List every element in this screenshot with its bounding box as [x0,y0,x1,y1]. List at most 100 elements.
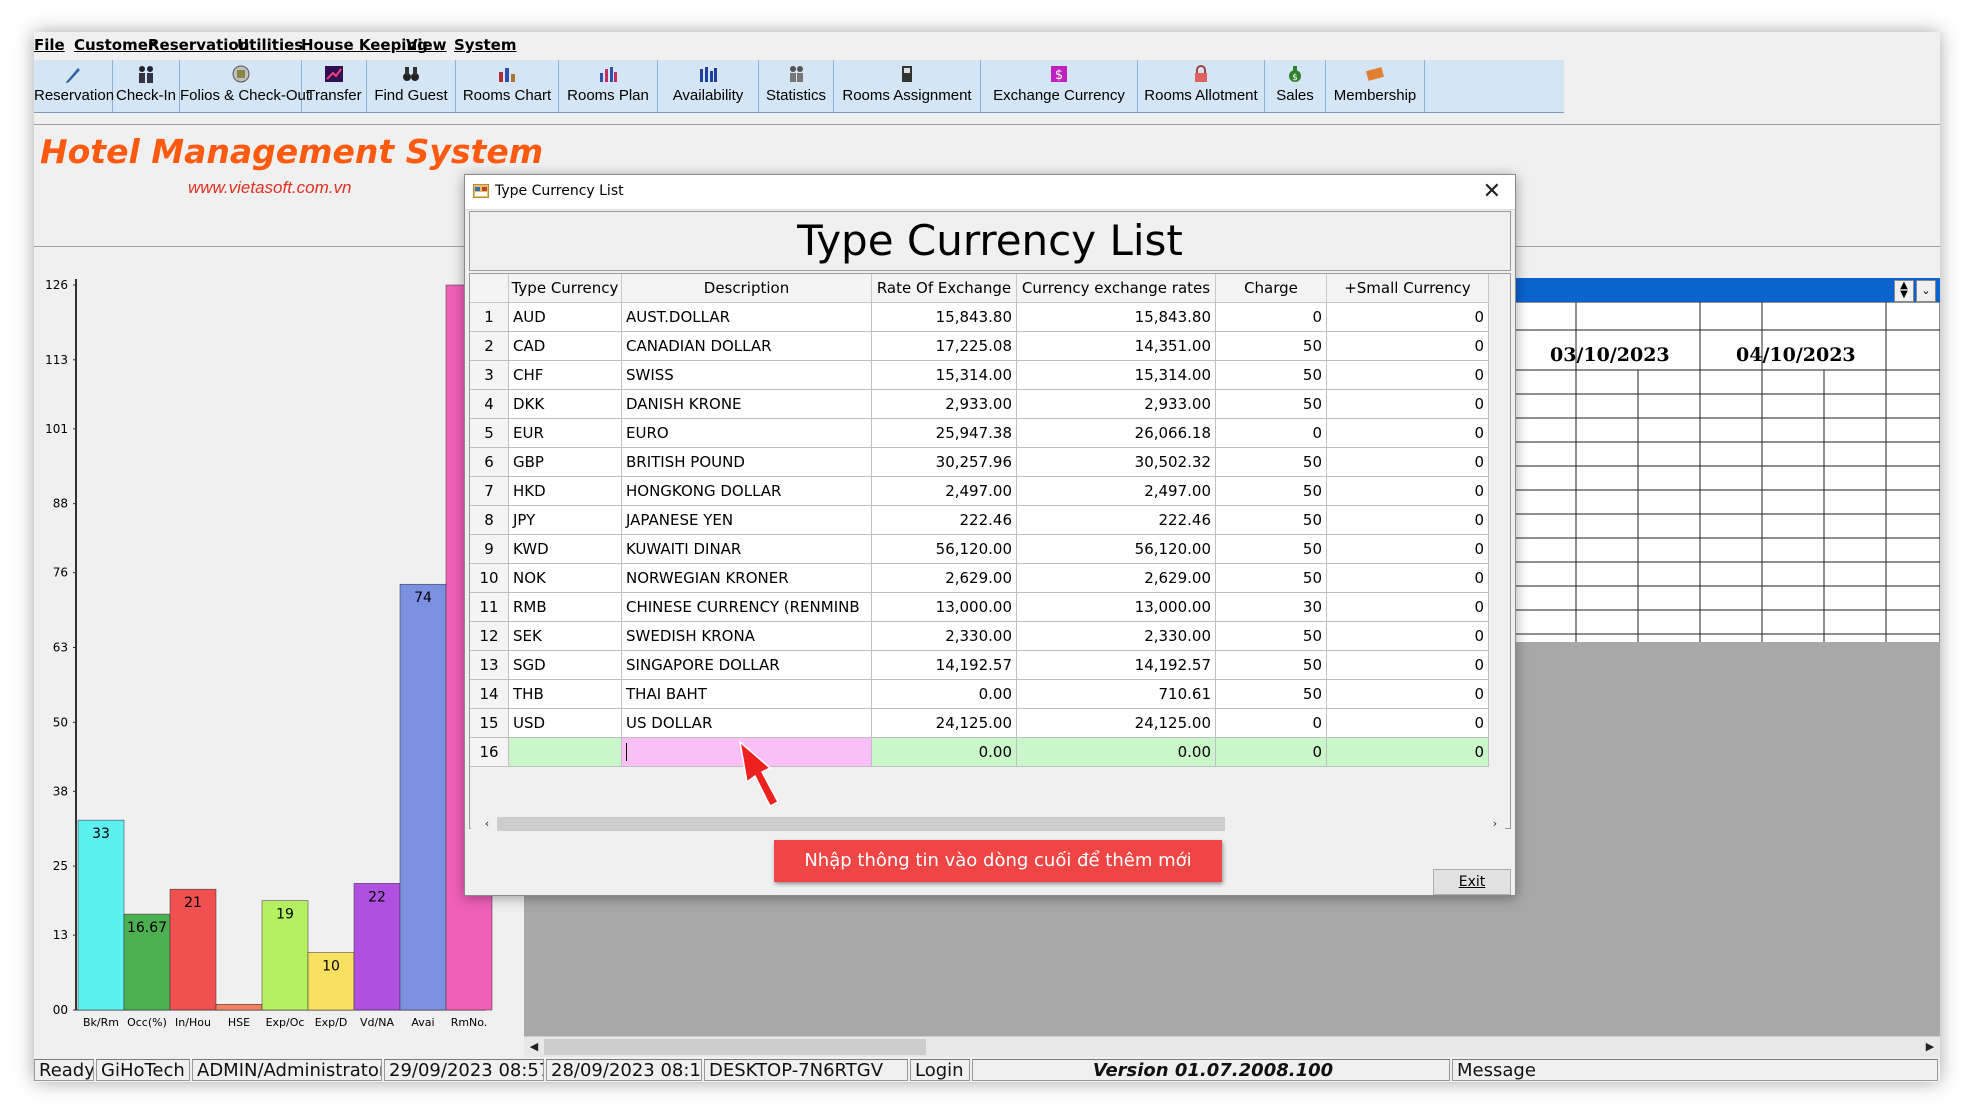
menu-view[interactable]: View [406,36,447,54]
cell-small-currency[interactable]: 0 [1326,650,1489,680]
new-charge-input[interactable]: 0 [1215,737,1327,767]
cell-charge[interactable]: 0 [1215,708,1327,738]
cell-charge[interactable]: 50 [1215,621,1327,651]
new-type-currency-input[interactable] [508,737,622,767]
close-icon[interactable]: ✕ [1483,179,1501,204]
cell-small-currency[interactable]: 0 [1326,621,1489,651]
cell-description[interactable]: DANISH KRONE [621,389,872,419]
cell-charge[interactable]: 30 [1215,592,1327,622]
cell-charge[interactable]: 0 [1215,418,1327,448]
cell-description[interactable]: CHINESE CURRENCY (RENMINB [621,592,872,622]
column-header[interactable]: Type Currency [508,274,622,303]
reservation-button[interactable]: Reservation [34,60,114,112]
dialog-titlebar[interactable]: Type Currency List ✕ [465,175,1515,210]
row-number[interactable]: 11 [470,592,509,622]
column-header[interactable]: Charge [1215,274,1327,303]
cell-currency-exchange-rate[interactable]: 2,330.00 [1016,621,1216,651]
row-number[interactable]: 12 [470,621,509,651]
table-row[interactable]: 7 HKD HONGKONG DOLLAR 2,497.00 2,497.00 50 0 [470,476,1489,506]
scrollbar-thumb[interactable] [544,1039,926,1055]
cell-type-currency[interactable]: THB [508,679,622,709]
cell-charge[interactable]: 50 [1215,534,1327,564]
cell-currency-exchange-rate[interactable]: 222.46 [1016,505,1216,535]
exchange-currency-button[interactable]: $ Exchange Currency [981,60,1138,112]
row-number[interactable]: 3 [470,360,509,390]
cell-currency-exchange-rate[interactable]: 15,843.80 [1016,302,1216,332]
cell-description[interactable]: THAI BAHT [621,679,872,709]
new-rate-of-exchange-input[interactable]: 0.00 [871,737,1017,767]
cell-charge[interactable]: 50 [1215,389,1327,419]
row-number[interactable]: 16 [470,737,509,767]
cell-rate-of-exchange[interactable]: 15,843.80 [871,302,1017,332]
row-number[interactable]: 9 [470,534,509,564]
new-entry-row[interactable]: 16 0.00 0.00 0 0 [470,737,1489,767]
cell-small-currency[interactable]: 0 [1326,505,1489,535]
row-number[interactable]: 4 [470,389,509,419]
exit-button[interactable]: Exit [1433,869,1511,895]
sales-button[interactable]: $ Sales [1265,60,1326,112]
transfer-button[interactable]: Transfer [302,60,367,112]
cell-description[interactable]: AUST.DOLLAR [621,302,872,332]
cell-rate-of-exchange[interactable]: 15,314.00 [871,360,1017,390]
cell-type-currency[interactable]: SGD [508,650,622,680]
cell-small-currency[interactable]: 0 [1326,447,1489,477]
scroll-left-icon[interactable]: ◀ [526,1039,542,1055]
new-currency-exchange-rate-input[interactable]: 0.00 [1016,737,1216,767]
cell-charge[interactable]: 50 [1215,505,1327,535]
cell-rate-of-exchange[interactable]: 30,257.96 [871,447,1017,477]
check-in-button[interactable]: Check-In [113,60,180,112]
table-row[interactable]: 12 SEK SWEDISH KRONA 2,330.00 2,330.00 50 0 [470,621,1489,651]
cell-currency-exchange-rate[interactable]: 2,933.00 [1016,389,1216,419]
cell-type-currency[interactable]: HKD [508,476,622,506]
cell-description[interactable]: BRITISH POUND [621,447,872,477]
menu-customer[interactable]: Customer [74,36,155,54]
cell-description[interactable]: SINGAPORE DOLLAR [621,650,872,680]
rooms-plan-button[interactable]: Rooms Plan [559,60,658,112]
cell-rate-of-exchange[interactable]: 2,497.00 [871,476,1017,506]
cell-description[interactable]: HONGKONG DOLLAR [621,476,872,506]
cell-rate-of-exchange[interactable]: 13,000.00 [871,592,1017,622]
column-header[interactable]: Currency exchange rates [1016,274,1216,303]
scrollbar-thumb[interactable] [497,817,1225,831]
cell-rate-of-exchange[interactable]: 24,125.00 [871,708,1017,738]
membership-button[interactable]: Membership [1326,60,1425,112]
cell-type-currency[interactable]: DKK [508,389,622,419]
cell-currency-exchange-rate[interactable]: 710.61 [1016,679,1216,709]
column-header[interactable]: Rate Of Exchange [871,274,1017,303]
table-row[interactable]: 14 THB THAI BAHT 0.00 710.61 50 0 [470,679,1489,709]
table-row[interactable]: 13 SGD SINGAPORE DOLLAR 14,192.57 14,192.57 5… [470,650,1489,680]
cell-rate-of-exchange[interactable]: 2,629.00 [871,563,1017,593]
row-number[interactable]: 14 [470,679,509,709]
cell-currency-exchange-rate[interactable]: 2,629.00 [1016,563,1216,593]
cell-type-currency[interactable]: USD [508,708,622,738]
statistics-button[interactable]: Statistics [759,60,834,112]
folios-checkout-button[interactable]: Folios & Check-Out [180,60,310,112]
availability-button[interactable]: Availability [658,60,759,112]
find-guest-button[interactable]: Find Guest [367,60,456,112]
cell-small-currency[interactable]: 0 [1326,360,1489,390]
cell-currency-exchange-rate[interactable]: 24,125.00 [1016,708,1216,738]
table-row[interactable]: 1 AUD AUST.DOLLAR 15,843.80 15,843.80 0 0 [470,302,1489,332]
cell-description[interactable]: SWISS [621,360,872,390]
table-row[interactable]: 11 RMB CHINESE CURRENCY (RENMINB 13,000.00 1… [470,592,1489,622]
cell-type-currency[interactable]: SEK [508,621,622,651]
cell-rate-of-exchange[interactable]: 14,192.57 [871,650,1017,680]
cell-small-currency[interactable]: 0 [1326,563,1489,593]
cell-description[interactable]: SWEDISH KRONA [621,621,872,651]
row-number[interactable]: 2 [470,331,509,361]
cell-small-currency[interactable]: 0 [1326,534,1489,564]
cell-small-currency[interactable]: 0 [1326,679,1489,709]
cell-type-currency[interactable]: CHF [508,360,622,390]
table-row[interactable]: 6 GBP BRITISH POUND 30,257.96 30,502.32 50 0 [470,447,1489,477]
cell-rate-of-exchange[interactable]: 222.46 [871,505,1017,535]
cell-currency-exchange-rate[interactable]: 2,497.00 [1016,476,1216,506]
cell-rate-of-exchange[interactable]: 17,225.08 [871,331,1017,361]
table-row[interactable]: 3 CHF SWISS 15,314.00 15,314.00 50 0 [470,360,1489,390]
cell-small-currency[interactable]: 0 [1326,331,1489,361]
cell-currency-exchange-rate[interactable]: 13,000.00 [1016,592,1216,622]
cell-rate-of-exchange[interactable]: 2,330.00 [871,621,1017,651]
table-row[interactable]: 10 NOK NORWEGIAN KRONER 2,629.00 2,629.00 50 0 [470,563,1489,593]
menu-system[interactable]: System [454,36,516,54]
row-number[interactable]: 6 [470,447,509,477]
cell-charge[interactable]: 50 [1215,679,1327,709]
